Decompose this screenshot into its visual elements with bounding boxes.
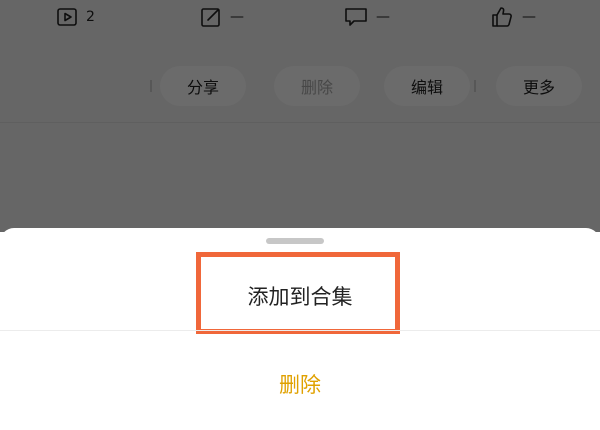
dim-overlay[interactable] bbox=[0, 0, 600, 232]
delete-option[interactable]: 删除 bbox=[0, 356, 600, 412]
bottom-sheet: 添加到合集 删除 bbox=[0, 228, 600, 430]
highlight-annotation-box bbox=[196, 252, 400, 334]
app-root: 2 — — bbox=[0, 0, 600, 430]
drag-handle[interactable] bbox=[266, 238, 324, 244]
sheet-divider bbox=[0, 330, 600, 331]
